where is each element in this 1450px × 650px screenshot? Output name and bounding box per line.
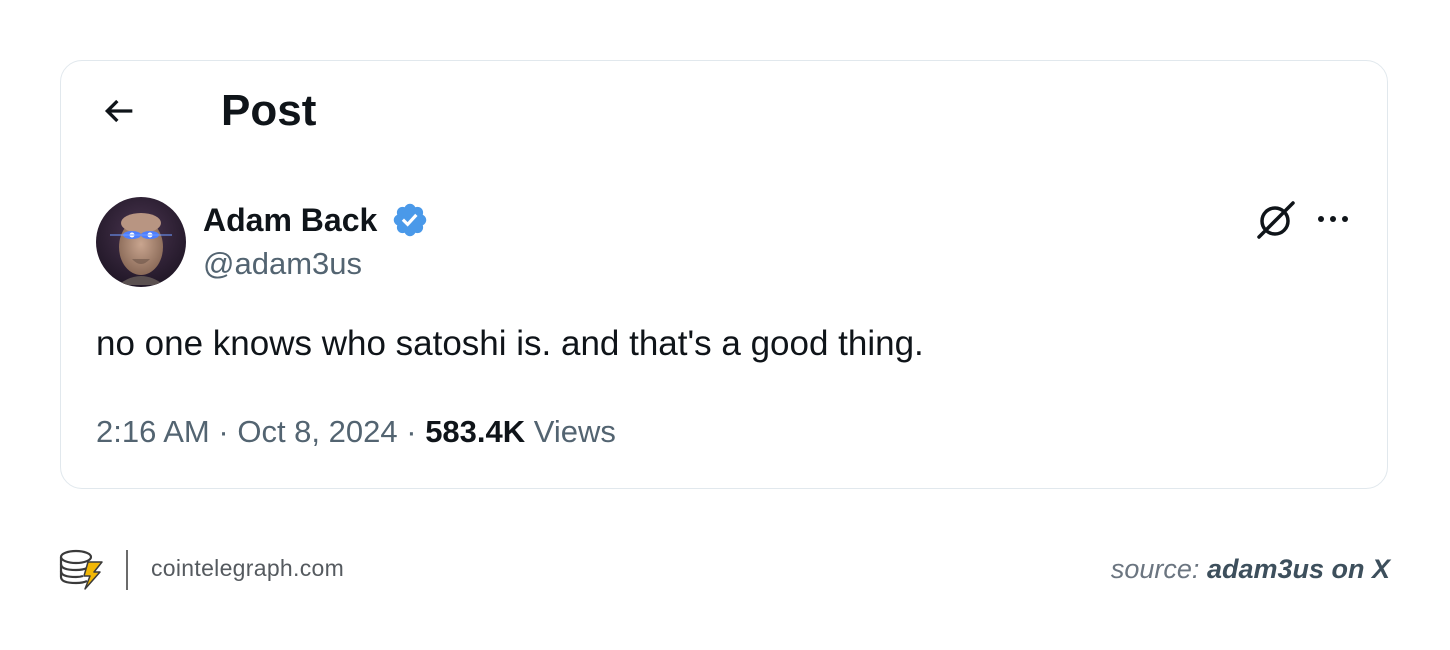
avatar[interactable] — [96, 197, 186, 287]
source-prefix: source: — [1110, 554, 1200, 584]
page-title: Post — [221, 86, 317, 135]
post-text: no one knows who satoshi is. and that's … — [96, 324, 924, 363]
grok-icon[interactable] — [1253, 199, 1299, 241]
arrow-left-icon — [104, 99, 133, 123]
post-time[interactable]: 2:16 AM — [96, 414, 210, 449]
footer-source: source: adam3us on X — [1111, 552, 1390, 586]
more-horizontal-icon[interactable] — [1313, 199, 1353, 239]
cointelegraph-logo-icon — [59, 549, 103, 590]
source-name: adam3us on X — [1206, 554, 1390, 584]
views-label: Views — [533, 414, 616, 449]
meta-separator: · — [218, 414, 229, 449]
verified-badge-icon — [393, 203, 427, 237]
post-date[interactable]: Oct 8, 2024 — [237, 414, 397, 449]
meta-separator: · — [406, 414, 417, 449]
author-name[interactable]: Adam Back — [203, 201, 377, 239]
back-button[interactable] — [99, 91, 139, 131]
post-card: Post Adam Back @adam3us no one knows who… — [60, 60, 1388, 489]
post-metadata: 2:16 AM · Oct 8, 2024 · 583.4K Views — [96, 414, 616, 450]
footer-site-link[interactable]: cointelegraph.com — [151, 554, 344, 582]
footer-divider — [126, 550, 128, 590]
views-count[interactable]: 583.4K — [425, 414, 525, 449]
author-handle[interactable]: @adam3us — [203, 246, 362, 282]
